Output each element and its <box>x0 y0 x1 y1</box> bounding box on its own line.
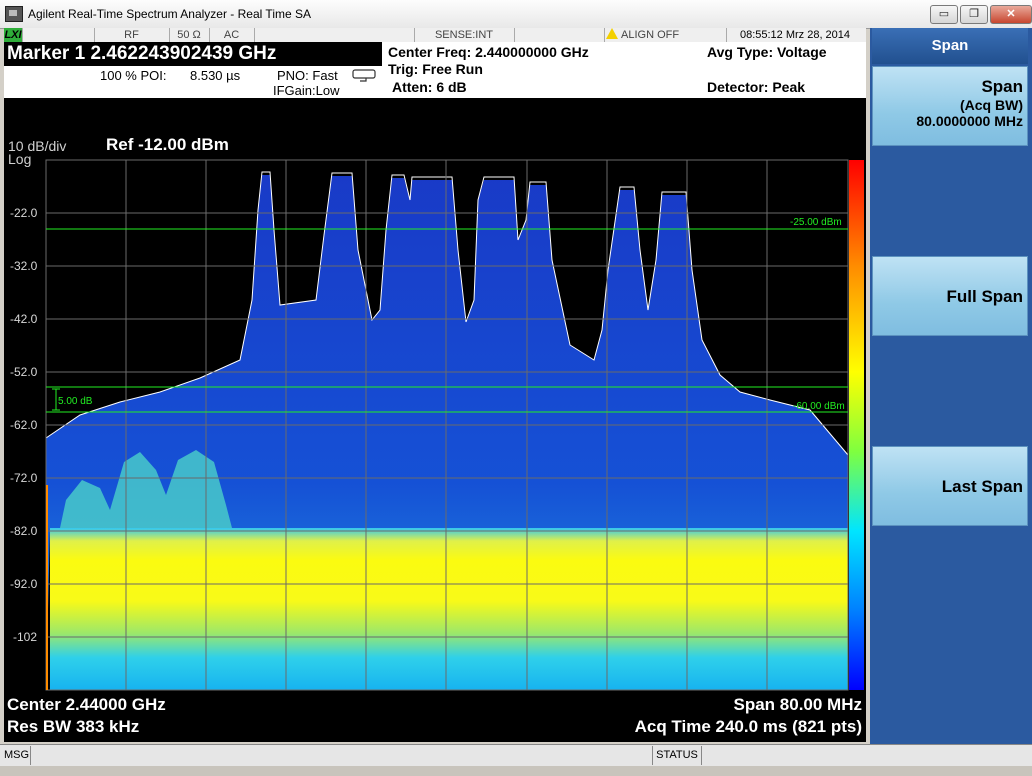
y-tick-label: -102 <box>13 630 37 644</box>
density-band <box>50 528 848 690</box>
softkey-menu-title: Span <box>872 28 1028 64</box>
y-tick-label: -82.0 <box>10 524 38 538</box>
y-tick-label: -22.0 <box>10 206 38 220</box>
res-bw-readout[interactable]: Res BW 383 kHz <box>7 717 139 736</box>
span-softkey-title: Span <box>981 77 1023 96</box>
db-marker-label: 5.00 dB <box>58 396 93 407</box>
y-tick-label: -42.0 <box>10 312 38 326</box>
lower-threshold-label: -60.00 dBm <box>793 401 845 412</box>
span-softkey-value: 80.0000000 MHz <box>916 113 1023 129</box>
y-tick-label: -52.0 <box>10 365 38 379</box>
acq-time-readout[interactable]: Acq Time 240.0 ms (821 pts) <box>635 717 862 736</box>
y-tick-label: -72.0 <box>10 471 38 485</box>
softkey-panel: Span Span (Acq BW) 80.0000000 MHz Full S… <box>870 28 1032 744</box>
msg-label[interactable]: MSG <box>4 746 31 765</box>
status-label[interactable]: STATUS <box>652 746 702 765</box>
y-tick-label: -32.0 <box>10 259 38 273</box>
y-tick-label: -62.0 <box>10 418 38 432</box>
window-bottom-edge <box>0 766 1032 776</box>
color-scale-bar <box>849 160 864 690</box>
last-span-softkey[interactable]: Last Span <box>872 446 1028 526</box>
full-span-label: Full Span <box>946 287 1024 306</box>
last-span-label: Last Span <box>941 477 1023 496</box>
message-bar: MSG STATUS <box>0 744 1032 767</box>
y-tick-label: -92.0 <box>10 577 38 591</box>
upper-threshold-label: -25.00 dBm <box>790 217 842 228</box>
full-span-softkey[interactable]: Full Span <box>872 256 1028 336</box>
span-softkey-subtitle: (Acq BW) <box>960 97 1023 113</box>
center-frequency-readout[interactable]: Center 2.44000 GHz <box>7 695 166 714</box>
span-readout[interactable]: Span 80.00 MHz <box>734 695 863 714</box>
span-softkey[interactable]: Span (Acq BW) 80.0000000 MHz <box>872 66 1028 146</box>
y-axis-labels: -22.0 -32.0 -42.0 -52.0 -62.0 -72.0 -82.… <box>10 206 38 644</box>
